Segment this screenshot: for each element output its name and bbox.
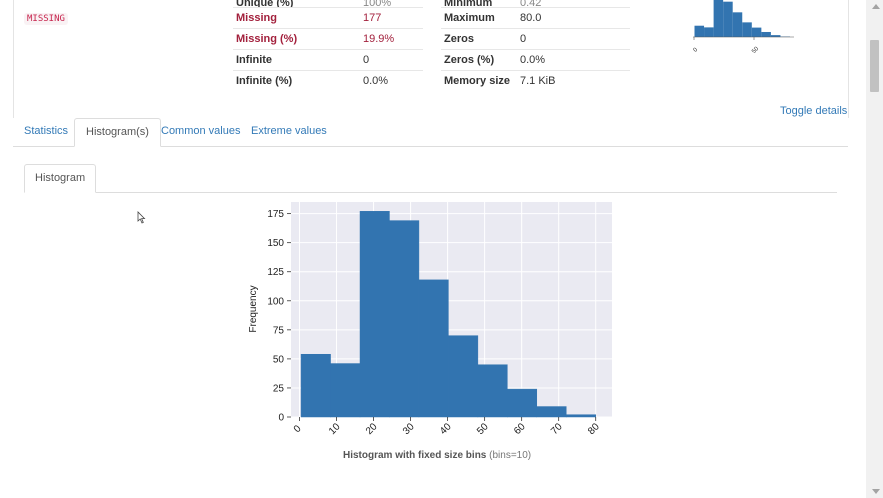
histogram-bar-3 xyxy=(389,220,420,418)
histogram-bar-2 xyxy=(359,211,390,418)
stat-right-row: Zeros (%) 0.0% xyxy=(441,49,630,71)
caption-sub: (bins=10) xyxy=(489,450,532,461)
caption-main: Histogram with fixed size bins xyxy=(343,450,487,461)
histogram-bar-9 xyxy=(565,414,596,418)
stat-right-label: Zeros (%) xyxy=(441,49,520,71)
stat-left-row: Missing (%) 19.9% xyxy=(233,28,423,50)
stat-left-row: Infinite (%) 0.0% xyxy=(233,70,423,91)
histogram-caption: Histogram with fixed size bins (bins=10) xyxy=(343,450,531,461)
mini-bar-4 xyxy=(732,12,743,38)
mini-histogram: 0 50 xyxy=(693,0,794,55)
y-tick-label: 175 xyxy=(267,209,284,220)
stat-right-value: 7.1 KiB xyxy=(520,70,630,91)
x-tick-label: 60 xyxy=(512,421,528,437)
histogram-bar-1 xyxy=(330,363,361,418)
stat-right-value: 0.0% xyxy=(520,49,630,71)
x-tick-label: 30 xyxy=(401,421,417,437)
x-tick-label: 20 xyxy=(364,421,380,437)
stat-left-label: Infinite xyxy=(233,49,363,71)
stat-right-row: Zeros 0 xyxy=(441,28,630,50)
stat-right-label: Minimum xyxy=(444,0,493,8)
stat-right-label: Maximum xyxy=(441,7,520,29)
y-tick-label: 0 xyxy=(278,413,284,424)
toggle-details-link[interactable]: Toggle details xyxy=(780,105,847,117)
mini-tick-50: 50 xyxy=(751,46,760,55)
histogram-bar-6 xyxy=(477,364,508,418)
stat-left-row: Missing 177 xyxy=(233,7,423,29)
mini-tick-0: 0 xyxy=(693,47,700,54)
stat-left-value: 0.0% xyxy=(363,70,423,91)
y-tick-label: 50 xyxy=(273,354,285,365)
stats-table-right: Minimum 0.42 Maximum 80.0 Zeros 0 Zeros (%) 0.0… xyxy=(441,0,630,91)
mini-bar-2 xyxy=(713,0,724,37)
mini-bar-1 xyxy=(704,27,714,37)
mini-bar-0 xyxy=(694,25,705,37)
x-tick-label: 0 xyxy=(292,423,304,435)
panel-left-border xyxy=(13,0,14,118)
histogram-bar-4 xyxy=(418,279,449,418)
stat-left-value: 177 xyxy=(363,7,423,29)
stat-left-row: Infinite 0 xyxy=(233,49,423,71)
stat-right-row: Minimum 0.42 xyxy=(441,0,630,8)
y-tick-label: 75 xyxy=(273,325,285,336)
tab-histograms[interactable]: Histogram(s) xyxy=(74,118,161,147)
tab-extreme-values[interactable]: Extreme values xyxy=(240,118,338,145)
mini-bar-5 xyxy=(742,22,752,37)
scroll-down-arrow-icon[interactable] xyxy=(872,489,880,494)
scroll-up-arrow-icon[interactable] xyxy=(872,4,880,9)
y-axis-label: Frequency xyxy=(248,285,259,332)
histogram-chart: 0 25 50 75 100 125 150 175 0 10 20 30 40 50 60 70 80 Fr… xyxy=(248,202,612,437)
page-content: MISSING Unique (%) 100% Missing 177 Missing … xyxy=(0,0,866,498)
stat-right-value: 0.42 xyxy=(520,0,542,8)
histogram-subtabs: Histogram xyxy=(24,164,837,193)
x-tick-label: 10 xyxy=(327,421,343,437)
histogram-bar-7 xyxy=(507,388,538,418)
histogram-bar-0 xyxy=(300,353,331,418)
stat-left-label: Missing (%) xyxy=(233,28,363,50)
histogram-bar-8 xyxy=(536,406,567,418)
stat-right-row: Maximum 80.0 xyxy=(441,7,630,29)
x-tick-label: 80 xyxy=(586,421,602,437)
x-tick-label: 40 xyxy=(438,421,454,437)
mini-bar-3 xyxy=(723,1,733,37)
stat-left-value: 19.9% xyxy=(363,28,423,50)
y-tick-label: 25 xyxy=(273,383,285,394)
tab-statistics[interactable]: Statistics xyxy=(13,118,79,145)
histogram-bar-5 xyxy=(448,335,479,418)
stat-right-label: Zeros xyxy=(441,28,520,50)
stat-left-label: Unique (%) xyxy=(236,0,294,8)
stat-left-value: 0 xyxy=(363,49,423,71)
y-tick-label: 100 xyxy=(267,296,284,307)
x-tick-label: 70 xyxy=(549,421,565,437)
subtab-histogram[interactable]: Histogram xyxy=(24,164,97,193)
mini-bar-7 xyxy=(761,31,771,37)
stat-left-row: Unique (%) 100% xyxy=(233,0,423,8)
variable-tabs: Statistics Histogram(s) Common values Ex… xyxy=(13,118,848,147)
stats-table-left: Unique (%) 100% Missing 177 Missing (%) 19.9%… xyxy=(233,0,423,91)
stat-left-label: Infinite (%) xyxy=(233,70,363,91)
stat-left-value: 100% xyxy=(363,0,392,8)
missing-badge: MISSING xyxy=(24,13,68,25)
stat-right-label: Memory size xyxy=(441,70,520,91)
stat-right-value: 80.0 xyxy=(520,7,630,29)
stat-left-label: Missing xyxy=(233,7,363,29)
tab-common-values[interactable]: Common values xyxy=(150,118,251,145)
stat-right-value: 0 xyxy=(520,28,630,50)
mini-bar-6 xyxy=(751,27,762,37)
panel-right-border xyxy=(848,0,849,118)
stat-right-row: Memory size 7.1 KiB xyxy=(441,70,630,91)
scrollbar-thumb[interactable] xyxy=(870,40,879,92)
y-tick-label: 150 xyxy=(267,238,284,249)
mouse-cursor-icon xyxy=(137,211,146,224)
x-tick-label: 50 xyxy=(475,421,491,437)
y-tick-label: 125 xyxy=(267,267,284,278)
